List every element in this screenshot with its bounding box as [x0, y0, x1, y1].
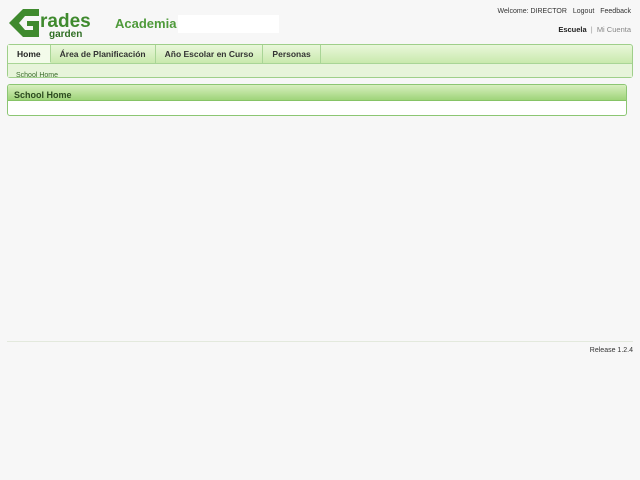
subnav-school-home[interactable]: School Home — [16, 72, 58, 79]
main-navigation: Home Área de Planificación Año Escolar e… — [7, 44, 633, 79]
tab-personas[interactable]: Personas — [263, 45, 321, 63]
context-mi-cuenta[interactable]: Mi Cuenta — [597, 25, 631, 34]
panel-header: School Home — [8, 85, 626, 101]
svg-text:garden: garden — [49, 29, 82, 39]
welcome-text: Welcome: DIRECTOR — [497, 8, 567, 15]
feedback-link[interactable]: Feedback — [600, 8, 631, 15]
subnav: School Home — [8, 64, 632, 79]
school-home-panel: School Home — [7, 84, 627, 116]
tab-area-planificacion[interactable]: Área de Planificación — [51, 45, 156, 63]
tab-ano-escolar[interactable]: Año Escolar en Curso — [156, 45, 264, 63]
panel-title: School Home — [14, 90, 72, 100]
context-escuela[interactable]: Escuela — [558, 25, 586, 34]
top-links: Welcome: DIRECTOR Logout Feedback — [498, 8, 631, 15]
context-separator: | — [590, 25, 593, 34]
release-version: Release 1.2.4 — [589, 347, 633, 354]
footer-divider — [7, 341, 633, 342]
grades-garden-logo[interactable]: rades garden — [7, 7, 105, 39]
logout-link[interactable]: Logout — [573, 8, 594, 15]
tab-home[interactable]: Home — [8, 45, 51, 63]
school-name-box — [178, 15, 279, 33]
school-name-label: Academia — [115, 16, 177, 31]
nav-tabs: Home Área de Planificación Año Escolar e… — [8, 45, 632, 64]
context-switcher: Escuela | Mi Cuenta — [558, 25, 631, 34]
